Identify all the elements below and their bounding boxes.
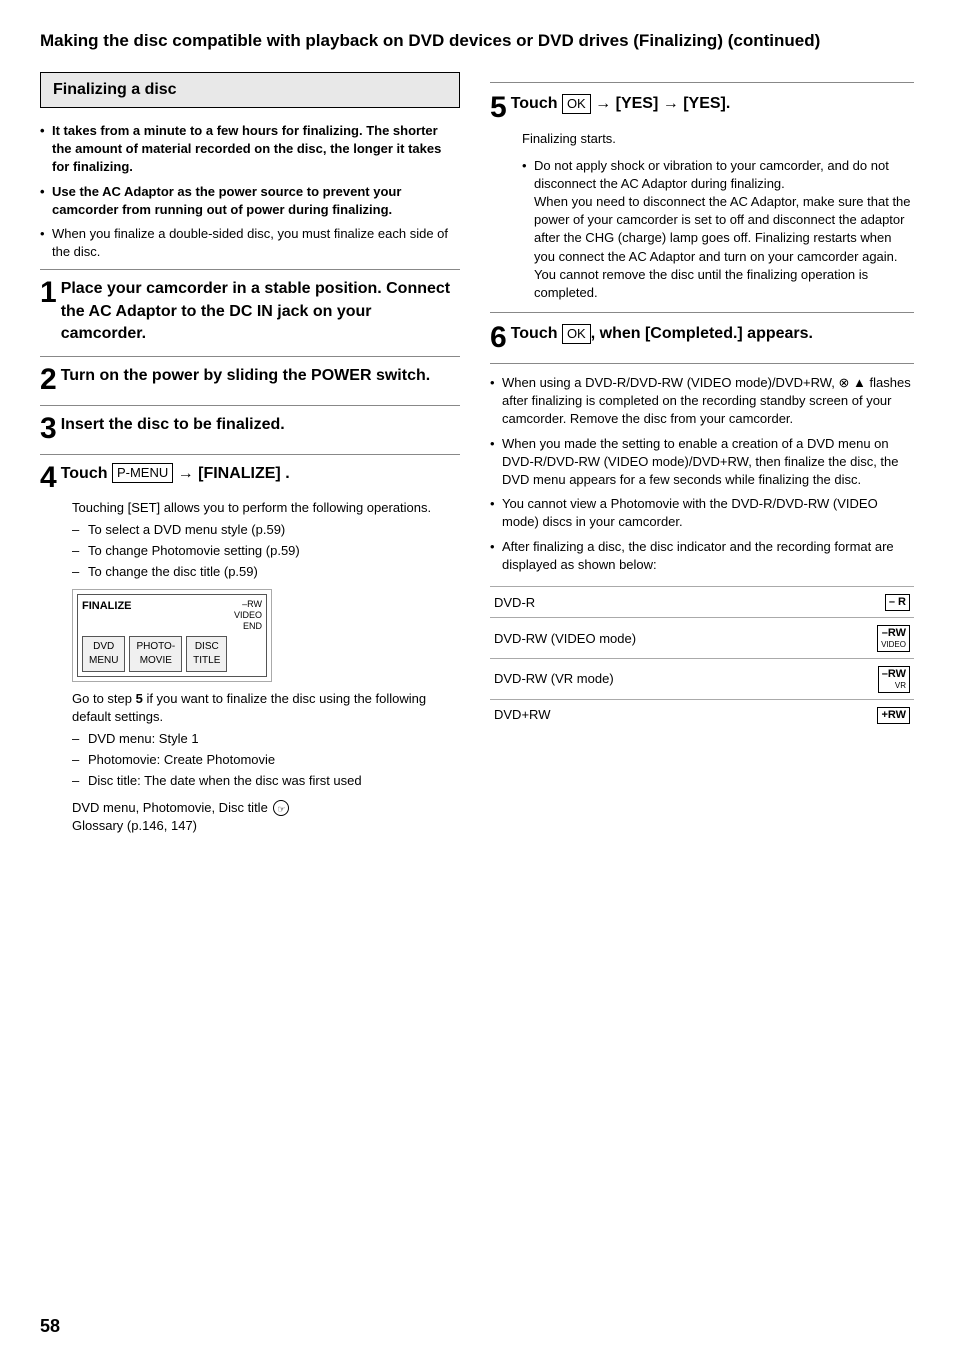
goto-step5-text: Go to step 5 if you want to finalize the…: [72, 690, 460, 726]
pmenu-box: P-MENU: [112, 463, 173, 483]
finalize-buttons: DVDMENU PHOTO-MOVIE DISCTITLE: [82, 636, 262, 672]
step-5-bullet-1: Do not apply shock or vibration to your …: [522, 157, 914, 303]
bullet-1: It takes from a minute to a few hours fo…: [40, 122, 460, 177]
finalize-btn-dvd-menu: DVDMENU: [82, 636, 125, 672]
step-1-number: 1: [40, 278, 57, 308]
finalize-menu-label: FINALIZE: [82, 599, 132, 614]
intro-bullets: It takes from a minute to a few hours fo…: [40, 122, 460, 261]
ok-box-5: OK: [562, 94, 591, 114]
step-4-content: Touching [SET] allows you to perform the…: [40, 499, 460, 835]
dash-item-1: To select a DVD menu style (p.59): [72, 521, 460, 539]
step-5-block: 5 Touch OK → [YES] → [YES]. Finalizing s…: [490, 82, 914, 302]
disc-label-dvdrw-video: DVD-RW (VIDEO mode): [490, 618, 823, 659]
disc-badge-dvdprw: +RW: [823, 699, 914, 730]
section-box-finalizing: Finalizing a disc: [40, 72, 460, 108]
step-4-block: 4 Touch P-MENU → [FINALIZE] . Touching […: [40, 454, 460, 835]
after-bullets: When using a DVD-R/DVD-RW (VIDEO mode)/D…: [490, 374, 914, 574]
dash-item-3: To change the disc title (p.59): [72, 563, 460, 581]
finalize-right-labels: –RW VIDEO END: [234, 599, 262, 631]
glossary-icon: ☞: [273, 800, 289, 816]
step-4-title: Touch P-MENU → [FINALIZE] .: [61, 463, 290, 485]
step-6-title: Touch OK, when [Completed.] appears.: [511, 323, 813, 345]
finalize-menu-image: FINALIZE –RW VIDEO END DVDMENU PHOTO-MOV…: [72, 589, 272, 681]
step-1-block: 1 Place your camcorder in a stable posit…: [40, 269, 460, 345]
disc-row-dvdrw-vr: DVD-RW (VR mode) –RW VR: [490, 658, 914, 699]
step-5-title: Touch OK → [YES] → [YES].: [511, 93, 731, 115]
footnote-text: DVD menu, Photomovie, Disc title ☞ Gloss…: [72, 799, 460, 835]
default-3: Disc title: The date when the disc was f…: [72, 772, 460, 790]
step-4-intro: Touching [SET] allows you to perform the…: [72, 499, 460, 517]
after-bullet-1: When using a DVD-R/DVD-RW (VIDEO mode)/D…: [490, 374, 914, 429]
disc-label-dvdrw-vr: DVD-RW (VR mode): [490, 658, 823, 699]
dash-item-2: To change Photomovie setting (p.59): [72, 542, 460, 560]
step-4-number: 4: [40, 463, 57, 493]
step-3-title: Insert the disc to be finalized.: [61, 414, 285, 436]
step-2-block: 2 Turn on the power by sliding the POWER…: [40, 356, 460, 395]
after-bullet-4: After finalizing a disc, the disc indica…: [490, 538, 914, 574]
disc-badge-dvdr: – R: [823, 586, 914, 617]
disc-row-dvdrw-video: DVD-RW (VIDEO mode) –RW VIDEO: [490, 618, 914, 659]
disc-badge-dvdrw-video: –RW VIDEO: [823, 618, 914, 659]
right-column: 5 Touch OK → [YES] → [YES]. Finalizing s…: [490, 72, 914, 845]
default-settings-list: DVD menu: Style 1 Photomovie: Create Pho…: [72, 730, 460, 791]
step-1-title: Place your camcorder in a stable positio…: [61, 278, 460, 345]
step-5-intro: Finalizing starts.: [522, 129, 914, 149]
finalize-btn-disc-title: DISCTITLE: [186, 636, 227, 672]
step-5-number: 5: [490, 93, 507, 123]
section-title: Finalizing a disc: [53, 81, 447, 99]
step-3-block: 3 Insert the disc to be finalized.: [40, 405, 460, 444]
step-4-dash-list: To select a DVD menu style (p.59) To cha…: [72, 521, 460, 582]
page-number: 58: [40, 1316, 60, 1337]
ok-box-6: OK: [562, 324, 591, 344]
disc-row-dvdprw: DVD+RW +RW: [490, 699, 914, 730]
step-2-title: Turn on the power by sliding the POWER s…: [61, 365, 431, 387]
after-bullet-3: You cannot view a Photomovie with the DV…: [490, 495, 914, 531]
disc-row-dvdr: DVD-R – R: [490, 586, 914, 617]
page-header: Making the disc compatible with playback…: [40, 30, 914, 52]
bullet-3: When you finalize a double-sided disc, y…: [40, 225, 460, 261]
bullet-2: Use the AC Adaptor as the power source t…: [40, 183, 460, 219]
after-bullet-2: When you made the setting to enable a cr…: [490, 435, 914, 490]
disc-label-dvdprw: DVD+RW: [490, 699, 823, 730]
default-2: Photomovie: Create Photomovie: [72, 751, 460, 769]
step-5-content: Finalizing starts. Do not apply shock or…: [490, 129, 914, 302]
step-3-number: 3: [40, 414, 57, 444]
step-2-number: 2: [40, 365, 57, 395]
left-column: Finalizing a disc It takes from a minute…: [40, 72, 460, 845]
disc-table: DVD-R – R DVD-RW (VIDEO mode): [490, 586, 914, 730]
finalize-btn-photo-movie: PHOTO-MOVIE: [129, 636, 182, 672]
step-6-number: 6: [490, 323, 507, 353]
step-5-bullets: Do not apply shock or vibration to your …: [522, 157, 914, 303]
disc-badge-dvdrw-vr: –RW VR: [823, 658, 914, 699]
default-1: DVD menu: Style 1: [72, 730, 460, 748]
step-6-block: 6 Touch OK, when [Completed.] appears.: [490, 312, 914, 353]
disc-label-dvdr: DVD-R: [490, 586, 823, 617]
